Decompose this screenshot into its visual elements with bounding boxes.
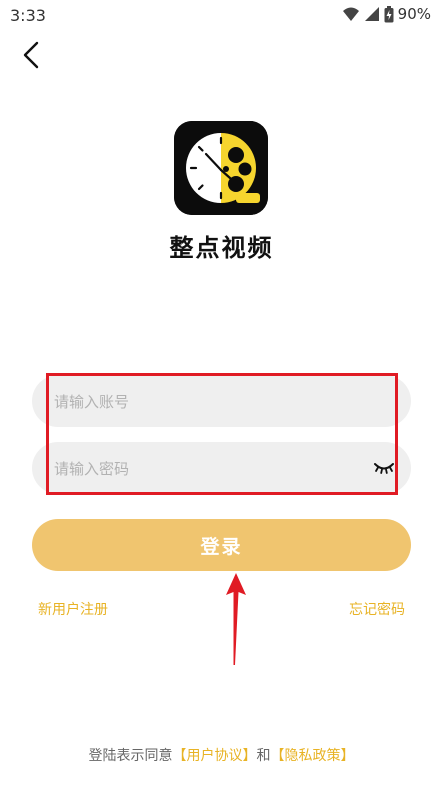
eye-closed-icon[interactable] bbox=[373, 459, 395, 477]
app-logo bbox=[174, 121, 268, 215]
back-button[interactable] bbox=[14, 38, 48, 72]
user-agreement-link[interactable]: 【用户协议】 bbox=[173, 748, 257, 764]
agreement-conjunction: 和 bbox=[256, 748, 271, 764]
status-time: 3:33 bbox=[10, 6, 46, 25]
chevron-left-icon bbox=[23, 41, 39, 69]
battery-icon bbox=[384, 5, 394, 22]
account-input[interactable] bbox=[52, 375, 376, 429]
red-arrow-annotation bbox=[226, 573, 246, 665]
status-icons: 90% bbox=[342, 5, 431, 23]
privacy-policy-link[interactable]: 【隐私政策】 bbox=[271, 748, 355, 764]
register-link[interactable]: 新用户注册 bbox=[38, 599, 108, 619]
agreement-prefix: 登陆表示同意 bbox=[88, 748, 173, 764]
password-field-container bbox=[32, 442, 411, 496]
wifi-icon bbox=[342, 7, 359, 21]
app-name: 整点视频 bbox=[169, 234, 274, 262]
account-field-container bbox=[32, 375, 411, 429]
clock-film-logo bbox=[174, 121, 268, 215]
status-bar: 3:33 90% bbox=[0, 0, 443, 30]
battery-percent: 90% bbox=[397, 5, 431, 23]
agreement-text: 登陆表示同意【用户协议】和【隐私政策】 bbox=[0, 745, 443, 765]
signal-icon bbox=[364, 7, 379, 21]
forgot-password-link[interactable]: 忘记密码 bbox=[349, 599, 405, 619]
password-input[interactable] bbox=[52, 442, 376, 496]
login-button[interactable]: 登录 bbox=[32, 519, 411, 571]
